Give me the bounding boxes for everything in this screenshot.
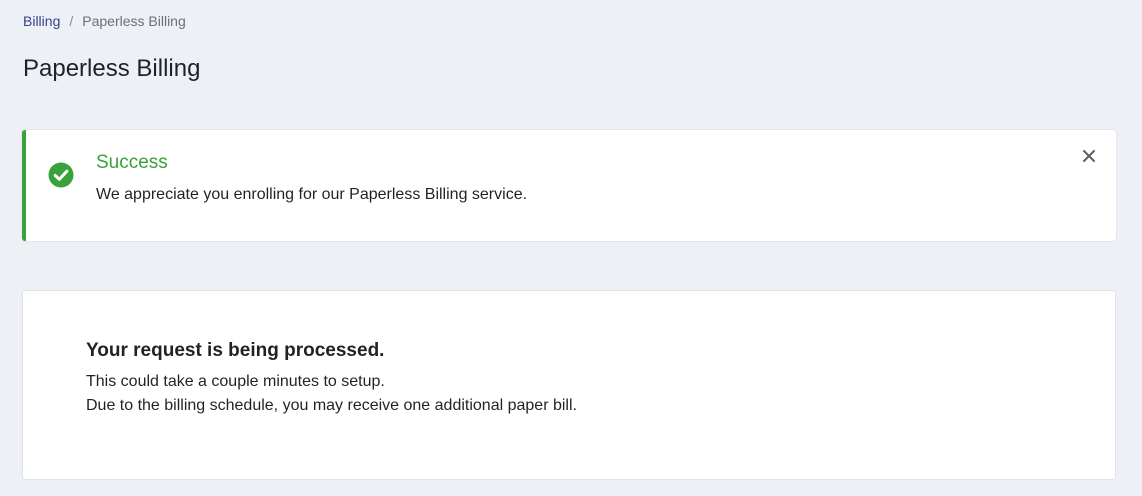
processing-line-2: Due to the billing schedule, you may rec… <box>86 397 577 414</box>
check-circle-icon <box>48 162 74 188</box>
close-icon <box>1080 150 1098 168</box>
breadcrumb-current: Paperless Billing <box>82 13 186 29</box>
success-alert: Success We appreciate you enrolling for … <box>22 130 1116 241</box>
breadcrumb-link-billing[interactable]: Billing <box>23 12 60 30</box>
breadcrumb: Billing / Paperless Billing <box>23 12 186 30</box>
processing-heading: Your request is being processed. <box>86 340 385 361</box>
page-title: Paperless Billing <box>23 55 201 82</box>
processing-line-1: This could take a couple minutes to setu… <box>86 373 385 390</box>
alert-close-button[interactable] <box>1080 147 1098 165</box>
breadcrumb-separator: / <box>69 13 74 29</box>
alert-title: Success <box>96 152 168 173</box>
processing-card: Your request is being processed. This co… <box>22 290 1116 480</box>
alert-message: We appreciate you enrolling for our Pape… <box>96 186 528 203</box>
